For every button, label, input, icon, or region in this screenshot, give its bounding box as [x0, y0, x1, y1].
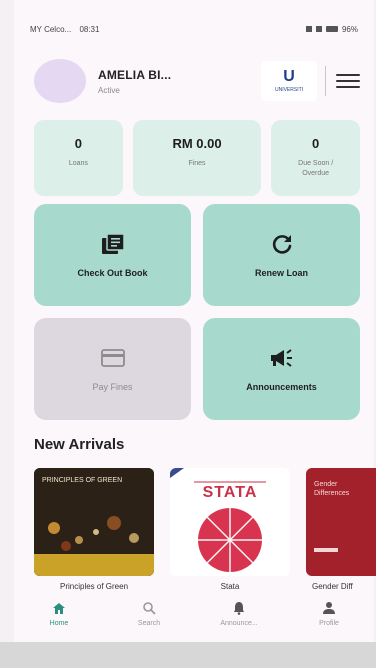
home-icon	[51, 600, 67, 616]
check-out-book-button[interactable]: Check Out Book	[34, 204, 191, 306]
stat-value: 0	[312, 136, 320, 151]
book-card[interactable]: Gender Differences Gender Diff	[306, 468, 376, 591]
notification-icon	[305, 26, 312, 32]
book-cover-text: PRINCIPLES OF GREEN	[42, 477, 123, 484]
book-cover: PRINCIPLES OF GREEN	[34, 468, 154, 576]
stat-label: Due Soon / Overdue	[298, 160, 334, 177]
nav-label: Search	[137, 620, 161, 627]
header: AMELIA BI... Active U UNIVERSITI	[34, 58, 360, 104]
bell-icon	[231, 600, 247, 616]
hamburger-menu-icon[interactable]	[336, 71, 360, 91]
person-icon	[321, 600, 337, 616]
book-cover: Gender Differences	[306, 468, 376, 576]
nav-announcements[interactable]: Announce...	[204, 600, 274, 627]
battery-icon	[325, 26, 338, 32]
logo-text: UNIVERSITI	[274, 87, 304, 93]
renew-loan-button[interactable]: Renew Loan	[203, 204, 360, 306]
library-books-icon	[100, 232, 126, 256]
tile-label: Check Out Book	[77, 268, 148, 278]
stat-due-soon[interactable]: 0 Due Soon / Overdue	[271, 120, 361, 196]
user-info: AMELIA BI... Active	[98, 68, 261, 95]
book-cover-text: Gender Differences	[314, 481, 350, 497]
stat-fines[interactable]: RM 0.00 Fines	[132, 120, 262, 196]
nav-search[interactable]: Search	[114, 600, 184, 627]
new-arrivals-carousel[interactable]: PRINCIPLES OF GREEN Principles of Green …	[34, 468, 376, 600]
refresh-icon	[269, 232, 295, 256]
system-navigation-bar	[0, 642, 376, 668]
nav-profile[interactable]: Profile	[294, 600, 364, 627]
nav-label: Profile	[319, 620, 339, 627]
status-time: 08:31	[79, 24, 100, 34]
nav-label: Announce...	[220, 620, 258, 627]
status-left: MY Celco... 08:31	[30, 25, 99, 34]
avatar[interactable]	[34, 59, 86, 103]
book-card[interactable]: STATA Stata	[170, 468, 290, 591]
user-name: AMELIA BI...	[98, 67, 172, 82]
carrier-text: MY Celco...	[30, 24, 72, 34]
announcements-button[interactable]: Announcements	[203, 318, 360, 420]
credit-card-icon	[100, 346, 126, 370]
bottom-navigation: Home Search Announce... Profile	[14, 596, 374, 642]
megaphone-icon	[269, 346, 295, 370]
stats-row: 0 Loans RM 0.00 Fines 0 Due Soon / Overd…	[34, 120, 361, 196]
action-grid: Check Out Book Renew Loan Pay Fines Anno…	[34, 204, 360, 420]
stat-value: RM 0.00	[172, 136, 222, 151]
app-screen: MY Celco... 08:31 96% AMELIA BI... Activ…	[14, 0, 376, 668]
pay-fines-button[interactable]: Pay Fines	[34, 318, 191, 420]
signal-icon	[315, 26, 322, 32]
stat-loans[interactable]: 0 Loans	[34, 120, 123, 196]
stat-label: Loans	[68, 160, 88, 167]
nav-home[interactable]: Home	[24, 600, 94, 627]
search-icon	[141, 600, 157, 616]
tile-label: Pay Fines	[92, 382, 133, 392]
logo-letter: U	[283, 68, 295, 85]
book-cover: STATA	[170, 468, 290, 576]
nav-label: Home	[49, 620, 69, 627]
book-title: Gender Diff	[312, 582, 353, 591]
book-title: Principles of Green	[59, 582, 129, 591]
tile-label: Renew Loan	[254, 268, 308, 278]
battery-text: 96%	[341, 24, 358, 34]
user-role: Active	[98, 85, 120, 95]
book-title: Stata	[220, 582, 240, 591]
status-bar: MY Celco... 08:31 96%	[30, 22, 358, 36]
stat-label: Fines	[188, 160, 206, 167]
header-divider	[325, 66, 326, 96]
stat-value: 0	[74, 136, 82, 151]
tile-label: Announcements	[246, 382, 317, 392]
university-logo: U UNIVERSITI	[261, 61, 317, 101]
new-arrivals-title: New Arrivals	[34, 436, 125, 453]
book-card[interactable]: PRINCIPLES OF GREEN Principles of Green	[34, 468, 154, 591]
status-right: 96%	[305, 24, 358, 34]
